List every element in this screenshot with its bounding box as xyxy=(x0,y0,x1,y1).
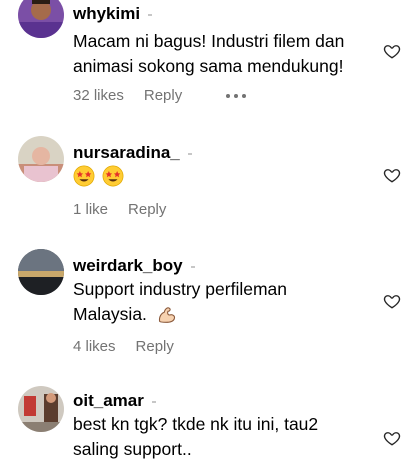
comment-meta: 1 like Reply xyxy=(73,201,186,218)
username[interactable]: weirdark_boy xyxy=(73,256,195,276)
comment-text-line: animasi sokong sama mendukung! xyxy=(73,56,344,76)
avatar[interactable] xyxy=(18,0,64,38)
likes-count[interactable]: 4 likes xyxy=(73,338,116,355)
heart-outline-icon[interactable] xyxy=(383,429,401,447)
username[interactable]: nursaradina_ xyxy=(73,143,192,163)
star-struck-emoji xyxy=(102,165,124,187)
separator xyxy=(190,265,195,268)
heart-outline-icon[interactable] xyxy=(383,292,401,310)
separator xyxy=(187,152,192,155)
separator xyxy=(148,13,153,16)
separator xyxy=(151,400,156,403)
more-horizontal-icon[interactable] xyxy=(226,93,247,98)
avatar[interactable] xyxy=(18,249,64,295)
comment-text-line: best kn tgk? tkde nk itu ini, tau2 xyxy=(73,414,319,434)
comment-meta: 4 likes Reply xyxy=(73,338,194,355)
likes-count[interactable]: 1 like xyxy=(73,201,108,218)
avatar[interactable] xyxy=(18,386,64,432)
comment-meta: 32 likes Reply xyxy=(73,87,266,104)
heart-outline-icon[interactable] xyxy=(383,166,401,184)
flexed-biceps-emoji xyxy=(158,307,175,324)
star-struck-emoji xyxy=(73,165,95,187)
comment-text-line: Malaysia. xyxy=(73,302,363,327)
comment-text-line: Macam ni bagus! Industri filem dan xyxy=(73,31,345,51)
comment-text: Support industry perfileman Malaysia. xyxy=(73,277,363,327)
username[interactable]: whykimi xyxy=(73,4,153,24)
reply-button[interactable]: Reply xyxy=(136,338,174,355)
comment-text-line: saling support.. xyxy=(73,439,192,459)
heart-outline-icon[interactable] xyxy=(383,42,401,60)
comment-text: Macam ni bagus! Industri filem dan anima… xyxy=(73,29,363,79)
comment-text xyxy=(73,163,363,188)
likes-count[interactable]: 32 likes xyxy=(73,87,124,104)
username[interactable]: oit_amar xyxy=(73,391,156,411)
reply-button[interactable]: Reply xyxy=(144,87,182,104)
reply-button[interactable]: Reply xyxy=(128,201,166,218)
avatar[interactable] xyxy=(18,136,64,182)
comment-text-line: Support industry perfileman xyxy=(73,279,287,299)
comment-text: best kn tgk? tkde nk itu ini, tau2 salin… xyxy=(73,412,363,462)
